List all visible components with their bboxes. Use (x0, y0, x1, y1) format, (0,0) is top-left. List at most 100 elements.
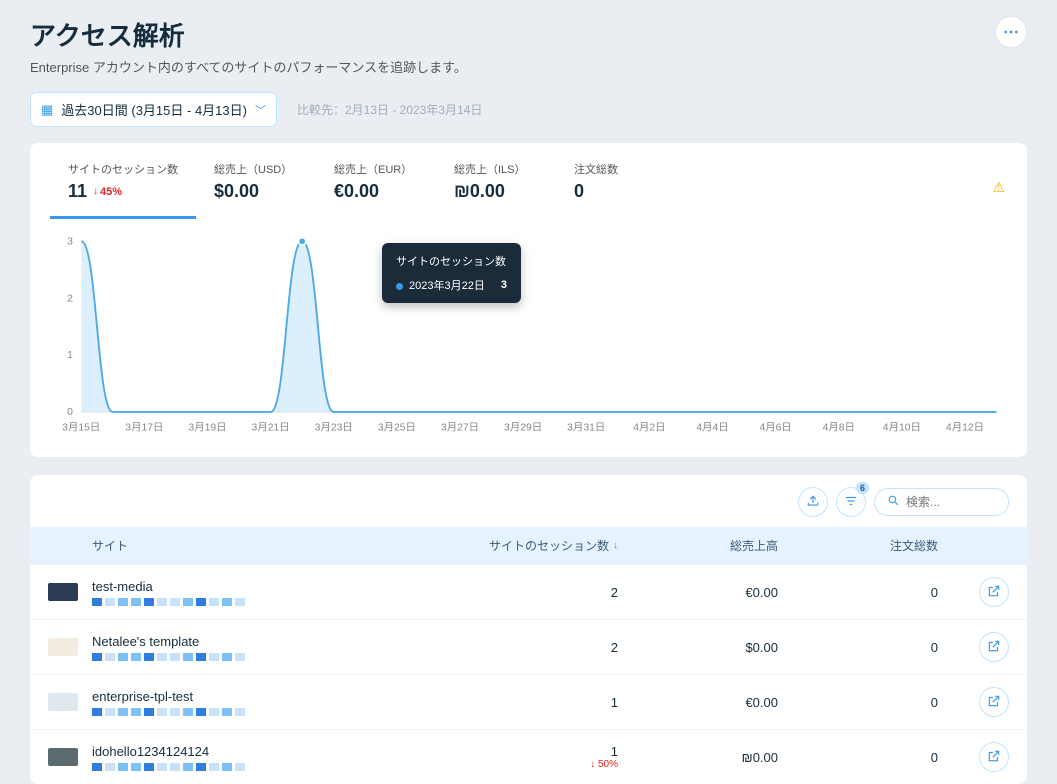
col-revenue[interactable]: 総売上高 (618, 537, 778, 554)
date-range-label: 過去30日間 (3月15日 - 4月13日) (61, 100, 247, 119)
svg-text:3月27日: 3月27日 (441, 422, 479, 434)
kpi-label: 総売上（ILS） (454, 161, 538, 177)
external-link-icon (987, 694, 1001, 711)
kpi-value: 11 45% (68, 181, 178, 202)
external-link-icon (987, 639, 1001, 656)
site-thumbnail (48, 693, 78, 711)
sessions-value: 1 (611, 744, 618, 759)
filter-count-badge: 6 (856, 482, 869, 494)
orders-value: 0 (778, 695, 938, 710)
svg-text:2: 2 (67, 293, 73, 304)
kpi-label: 注文総数 (574, 161, 658, 177)
table-header: サイト サイトのセッション数 ↓ 総売上高 注文総数 (30, 527, 1027, 564)
site-sparkline (92, 598, 428, 606)
chart-tooltip: サイトのセッション数 2023年3月22日 3 (382, 243, 521, 303)
external-link-icon (987, 584, 1001, 601)
kpi-chart-panel: ⚠ サイトのセッション数 11 45% 総売上（USD） $0.00 総売上（E… (30, 143, 1027, 457)
svg-text:1: 1 (67, 350, 73, 361)
kpi-tabs: サイトのセッション数 11 45% 総売上（USD） $0.00 総売上（EUR… (30, 143, 1027, 219)
table-row[interactable]: enterprise-tpl-test 1 €0.00 0 (30, 674, 1027, 729)
date-range-selector[interactable]: ▦ 過去30日間 (3月15日 - 4月13日) ﹀ (30, 92, 277, 127)
kpi-label: サイトのセッション数 (68, 161, 178, 177)
svg-text:3月25日: 3月25日 (378, 422, 416, 434)
revenue-value: €0.00 (618, 585, 778, 600)
sessions-delta: 50% (590, 759, 618, 770)
sessions-chart[interactable]: 0 1 2 3 3月15日 3月17日 3月19日 3月21日 3月23日 3月25日 3月27日 3… (50, 233, 1007, 441)
site-sparkline (92, 763, 428, 771)
open-site-button[interactable] (979, 742, 1009, 772)
ellipsis-icon: ⋯ (1003, 22, 1019, 42)
warning-icon: ⚠ (992, 179, 1005, 196)
more-actions-button[interactable]: ⋯ (995, 16, 1027, 48)
kpi-value-number: 11 (68, 181, 87, 202)
filter-icon (844, 494, 858, 511)
kpi-usd[interactable]: 総売上（USD） $0.00 (196, 157, 316, 219)
kpi-value: €0.00 (334, 181, 418, 202)
site-name: test-media (92, 579, 428, 594)
site-sparkline (92, 653, 428, 661)
external-link-icon (987, 749, 1001, 766)
site-thumbnail (48, 583, 78, 601)
svg-text:3月17日: 3月17日 (125, 422, 163, 434)
orders-value: 0 (778, 750, 938, 765)
svg-text:4月6日: 4月6日 (759, 422, 791, 434)
tooltip-title: サイトのセッション数 (396, 253, 507, 269)
orders-value: 0 (778, 585, 938, 600)
site-name: enterprise-tpl-test (92, 689, 428, 704)
search-input[interactable] (906, 495, 996, 509)
svg-text:4月4日: 4月4日 (696, 422, 728, 434)
svg-text:0: 0 (67, 407, 73, 418)
table-body: test-media 2 €0.00 0 Netalee's t (30, 564, 1027, 784)
compare-label: 比較先：2月13日 - 2023年3月14日 (297, 101, 482, 118)
filter-button[interactable]: 6 (836, 487, 866, 517)
site-name: Netalee's template (92, 634, 428, 649)
site-thumbnail (48, 748, 78, 766)
kpi-delta: 45% (93, 186, 122, 198)
revenue-value: €0.00 (618, 695, 778, 710)
series-dot-icon (396, 283, 403, 290)
svg-text:3: 3 (67, 236, 73, 247)
site-name: idohello1234124124 (92, 744, 428, 759)
col-site[interactable]: サイト (48, 537, 428, 554)
col-sessions-label: サイトのセッション数 (489, 537, 609, 554)
revenue-value: ₪0.00 (618, 750, 778, 765)
orders-value: 0 (778, 640, 938, 655)
sessions-value: 2 (611, 585, 618, 600)
svg-text:3月21日: 3月21日 (252, 422, 290, 434)
table-row[interactable]: Netalee's template 2 $0.00 0 (30, 619, 1027, 674)
sites-table-panel: 6 サイト サイトのセッション数 ↓ 総売上高 注文総数 test-media (30, 475, 1027, 784)
col-orders[interactable]: 注文総数 (778, 537, 938, 554)
open-site-button[interactable] (979, 687, 1009, 717)
kpi-label: 総売上（USD） (214, 161, 298, 177)
open-site-button[interactable] (979, 577, 1009, 607)
revenue-value: $0.00 (618, 640, 778, 655)
svg-text:3月23日: 3月23日 (315, 422, 353, 434)
table-row[interactable]: idohello1234124124 1 50% ₪0.00 0 (30, 729, 1027, 784)
svg-text:4月8日: 4月8日 (823, 422, 855, 434)
export-icon (806, 494, 820, 511)
search-field[interactable] (874, 488, 1009, 516)
search-icon (887, 494, 900, 510)
open-site-button[interactable] (979, 632, 1009, 662)
chevron-down-icon: ﹀ (255, 102, 266, 118)
table-row[interactable]: test-media 2 €0.00 0 (30, 564, 1027, 619)
svg-text:3月19日: 3月19日 (188, 422, 226, 434)
site-thumbnail (48, 638, 78, 656)
sessions-value: 1 (611, 695, 618, 710)
kpi-eur[interactable]: 総売上（EUR） €0.00 (316, 157, 436, 219)
kpi-ils[interactable]: 総売上（ILS） ₪0.00 (436, 157, 556, 219)
export-button[interactable] (798, 487, 828, 517)
kpi-orders[interactable]: 注文総数 0 (556, 157, 676, 219)
svg-text:3月31日: 3月31日 (567, 422, 605, 434)
kpi-value: ₪0.00 (454, 181, 538, 202)
svg-text:3月15日: 3月15日 (62, 422, 100, 434)
kpi-sessions[interactable]: サイトのセッション数 11 45% (50, 157, 196, 219)
site-sparkline (92, 708, 428, 716)
page-title: アクセス解析 (30, 16, 467, 53)
page-subtitle: Enterprise アカウント内のすべてのサイトのパフォーマンスを追跡します。 (30, 57, 467, 76)
col-sessions[interactable]: サイトのセッション数 ↓ (428, 537, 618, 554)
svg-text:4月10日: 4月10日 (883, 422, 921, 434)
tooltip-date: 2023年3月22日 (409, 280, 485, 292)
calendar-icon: ▦ (41, 102, 53, 118)
sessions-value: 2 (611, 640, 618, 655)
